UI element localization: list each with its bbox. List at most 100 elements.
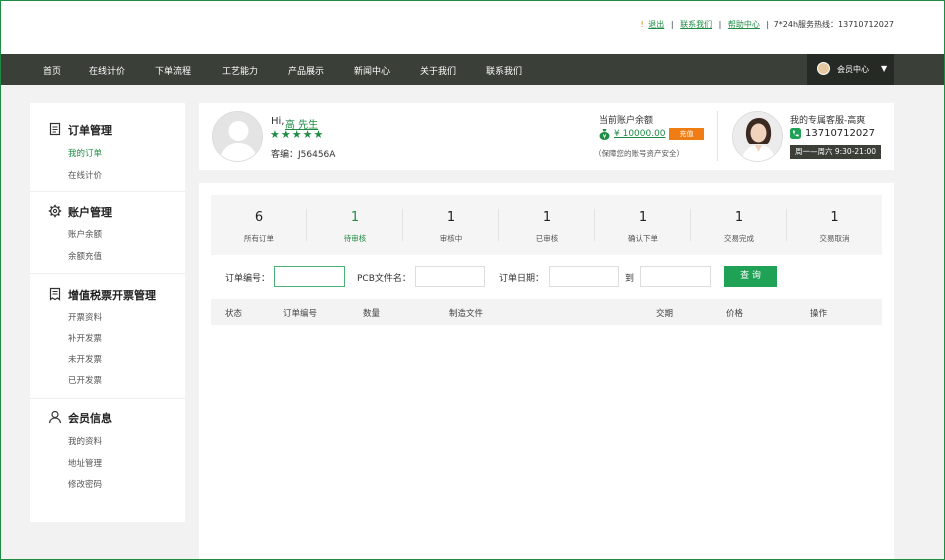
- divider: [30, 191, 185, 192]
- sidebar-item-address[interactable]: 地址管理: [68, 457, 102, 469]
- stat-count: 1: [446, 210, 456, 225]
- stat-label: 交易完成: [724, 234, 754, 243]
- recharge-button[interactable]: 充值: [669, 128, 704, 140]
- nav-item-online-quote[interactable]: 在线计价: [89, 64, 125, 77]
- search-button[interactable]: 查 询: [724, 266, 777, 287]
- pcb-file-label: PCB文件名：: [357, 274, 411, 284]
- stat-label: 审核中: [439, 234, 463, 243]
- stat-count: 1: [830, 210, 839, 225]
- sidebar-item-online-quote[interactable]: 在线计价: [68, 169, 102, 181]
- stat-label: 所有订单: [244, 234, 274, 243]
- nav-item-contact[interactable]: 联系我们: [486, 64, 522, 77]
- orders-panel: 6 所有订单 1 待审核 1 审核中 1 已审核 1 确认下单 1 交易完成 1…: [199, 183, 894, 559]
- customer-code: 客编：J56456A: [271, 150, 336, 160]
- stat-count: 1: [734, 210, 744, 225]
- sidebar-item-recharge[interactable]: 余额充值: [68, 250, 102, 262]
- member-center-label: 会员中心: [837, 65, 869, 74]
- logout-link[interactable]: 退出: [648, 20, 664, 29]
- sidebar-item-change-password[interactable]: 修改密码: [68, 478, 102, 490]
- greeting: Hi,: [271, 116, 285, 127]
- column-header-actions: 操作: [810, 309, 828, 319]
- balance-label: 当前账户余额: [599, 116, 654, 126]
- column-header-delivery: 交期: [656, 309, 674, 319]
- orders-table-header: 状态 订单编号 数量 制造文件 交期 价格 操作: [211, 299, 882, 325]
- service-hours: 周一—周六 9:30-21:00: [790, 145, 881, 159]
- order-stats: 6 所有订单 1 待审核 1 审核中 1 已审核 1 确认下单 1 交易完成 1…: [211, 195, 882, 255]
- order-no-input[interactable]: [274, 266, 345, 287]
- pcb-file-input[interactable]: [415, 266, 485, 287]
- nav-item-about[interactable]: 关于我们: [420, 64, 456, 77]
- separator: |: [766, 20, 770, 29]
- sidebar-item-invoice-info[interactable]: 开票资料: [68, 311, 102, 323]
- stat-label: 交易取消: [819, 234, 850, 243]
- column-header-status: 状态: [225, 309, 243, 319]
- sidebar-item-balance[interactable]: 账户余额: [68, 228, 102, 240]
- date-from-input[interactable]: [549, 266, 619, 287]
- stat-completed[interactable]: 1 交易完成: [691, 195, 787, 255]
- service-phone: 13710712027: [805, 128, 875, 139]
- column-header-manufacturing-file: 制造文件: [449, 309, 484, 319]
- stat-all-orders[interactable]: 6 所有订单: [211, 195, 307, 255]
- svg-text:¥: ¥: [603, 134, 607, 141]
- rating-stars: ★★★★★: [270, 128, 325, 141]
- document-icon: [49, 122, 61, 136]
- app-frame: ! 退出 | 联系我们 | 帮助中心 | 7*24h服务热线：137107120…: [0, 0, 945, 560]
- vertical-divider: [717, 111, 718, 161]
- top-bar: ! 退出 | 联系我们 | 帮助中心 | 7*24h服务热线：137107120…: [1, 1, 944, 54]
- divider: [30, 273, 185, 274]
- stat-in-review[interactable]: 1 审核中: [403, 195, 499, 255]
- person-placeholder-icon: [219, 121, 258, 161]
- invoice-icon: [49, 287, 61, 301]
- column-header-quantity: 数量: [363, 309, 381, 319]
- section-title-account: 账户管理: [68, 206, 112, 219]
- section-title-orders: 订单管理: [68, 124, 112, 137]
- stat-count: 1: [638, 210, 648, 225]
- phone-icon: [790, 128, 801, 139]
- nav-item-home[interactable]: 首页: [43, 64, 61, 77]
- sidebar-item-my-profile[interactable]: 我的资料: [68, 435, 102, 447]
- gear-icon: [48, 204, 62, 218]
- stat-label: 已审核: [535, 234, 559, 243]
- column-header-order-no: 订单编号: [283, 309, 318, 319]
- section-title-member: 会员信息: [68, 412, 112, 425]
- sidebar-item-issued-invoice[interactable]: 已开发票: [68, 374, 102, 386]
- nav-item-news[interactable]: 新闻中心: [354, 64, 390, 77]
- avatar-icon: [817, 62, 830, 75]
- stat-pending-review[interactable]: 1 待审核: [307, 195, 403, 255]
- sidebar-item-unissued-invoice[interactable]: 未开发票: [68, 353, 102, 365]
- agent-photo-icon: [733, 112, 782, 161]
- order-date-label: 订单日期：: [499, 274, 545, 284]
- stat-cancelled[interactable]: 1 交易取消: [787, 195, 882, 255]
- hotline-text: 7*24h服务热线：13710712027: [773, 20, 894, 29]
- separator: |: [718, 20, 722, 29]
- order-no-label: 订单编号：: [225, 274, 271, 284]
- stat-count: 1: [542, 210, 552, 225]
- sidebar-item-my-orders[interactable]: 我的订单: [68, 147, 102, 159]
- service-title: 我的专属客服-高爽: [790, 116, 866, 126]
- stat-confirmed[interactable]: 1 确认下单: [595, 195, 691, 255]
- security-note: （保障您的账号资产安全）: [594, 149, 684, 158]
- date-to-input[interactable]: [640, 266, 711, 287]
- separator: |: [670, 20, 674, 29]
- sidebar: 订单管理 我的订单 在线计价 账户管理 账户余额 余额充值 增值税票开票管理 开…: [30, 103, 185, 522]
- divider: [30, 398, 185, 399]
- stat-count: 1: [350, 210, 360, 225]
- caret-down-icon: ▼: [881, 64, 888, 73]
- section-title-invoice: 增值税票开票管理: [68, 289, 156, 302]
- stat-count: 6: [254, 210, 264, 225]
- stat-label: 确认下单: [628, 234, 658, 243]
- help-link[interactable]: 帮助中心: [728, 20, 760, 29]
- notice-mark: !: [640, 20, 644, 29]
- user-icon: [48, 410, 62, 424]
- profile-card: Hi, 高 先生 ★★★★★ 客编：J56456A 当前账户余额 ¥ ¥ 100…: [199, 103, 894, 170]
- member-center-dropdown[interactable]: 会员中心 ▼: [807, 54, 894, 85]
- nav-item-products[interactable]: 产品展示: [288, 64, 324, 77]
- sidebar-item-reissue-invoice[interactable]: 补开发票: [68, 332, 102, 344]
- stat-reviewed[interactable]: 1 已审核: [499, 195, 595, 255]
- date-to-label: 到: [625, 274, 635, 284]
- balance-value: ¥ 10000.00: [614, 129, 666, 139]
- nav-item-order-process[interactable]: 下单流程: [155, 64, 191, 77]
- money-bag-icon: ¥: [599, 129, 610, 141]
- nav-item-capability[interactable]: 工艺能力: [222, 64, 258, 77]
- contact-link[interactable]: 联系我们: [680, 20, 712, 29]
